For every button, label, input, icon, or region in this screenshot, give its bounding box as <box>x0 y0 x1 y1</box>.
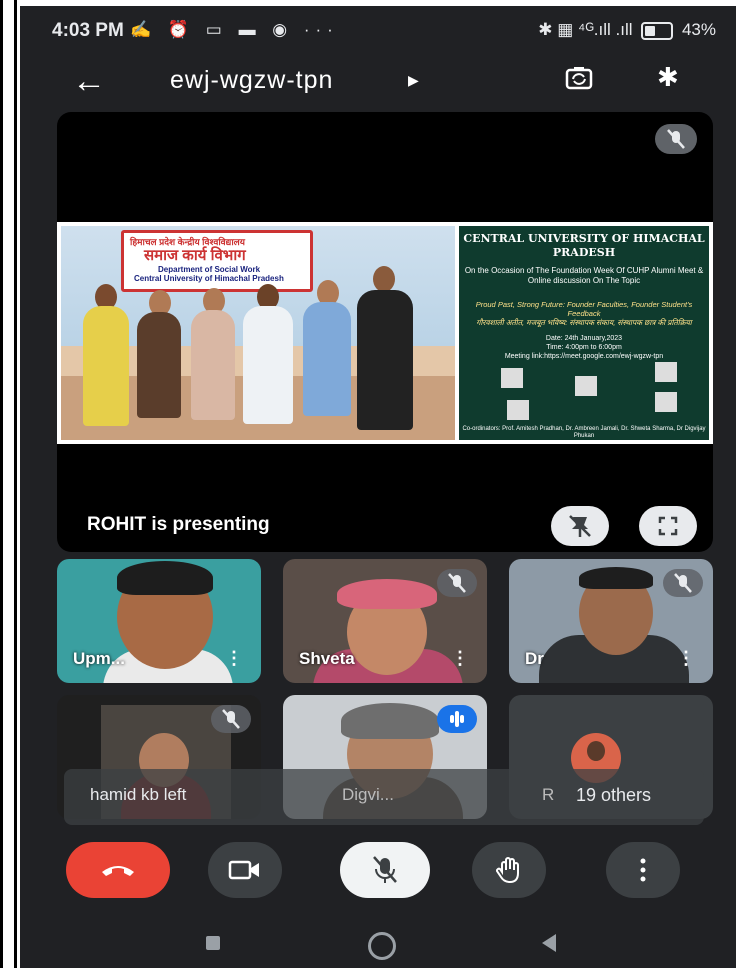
mic-toggle-button[interactable] <box>340 842 430 898</box>
video-camera-icon <box>228 860 259 880</box>
status-bar: 4:03 PM ✍ ⏰ ▭ ▬ ◉ ··· ✱ ▦ ⁴ᴳ.ıll .ıll 43… <box>20 6 736 56</box>
banner-university: Central University of Himachal Pradesh <box>134 274 284 283</box>
group-photo: हिमाचल प्रदेश केन्द्रीय विश्वविद्यालय सम… <box>61 226 455 440</box>
presenting-label: ROHIT is presenting <box>87 514 270 535</box>
unpin-button[interactable] <box>551 506 609 546</box>
poster-time: Time: 4:00pm to 6:00pm <box>546 344 622 351</box>
system-nav-bar <box>20 912 736 968</box>
event-poster: CENTRAL UNIVERSITY OF HIMACHAL PRADESH O… <box>459 226 709 440</box>
mic-off-icon <box>211 705 251 733</box>
poster-date: Date: 24th January,2023 <box>545 335 623 342</box>
raise-hand-button[interactable] <box>472 842 546 898</box>
fullscreen-icon <box>658 516 678 536</box>
poster-title: CENTRAL UNIVERSITY OF HIMACHAL PRADESH <box>463 232 705 259</box>
status-notification-icons: ✍ ⏰ ▭ ▬ ◉ ··· <box>130 20 339 39</box>
more-options-icon[interactable]: ⋮ <box>225 648 243 669</box>
poster-theme-hi: गौरवशाली अतीत, मजबूत भविष्य: संस्थापक सं… <box>476 318 692 327</box>
mic-off-icon <box>663 569 703 597</box>
speaker-photo <box>507 400 529 420</box>
status-signal-icons: ✱ ▦ ⁴ᴳ.ıll .ıll <box>538 20 633 39</box>
status-time: 4:03 PM <box>52 20 124 41</box>
presentation-tile[interactable]: हिमाचल प्रदेश केन्द्रीय विश्वविद्यालय सम… <box>57 112 713 552</box>
speaking-indicator-icon <box>437 705 477 733</box>
speaker-photo <box>501 368 523 388</box>
end-call-button[interactable] <box>66 842 170 898</box>
participant-tile[interactable]: Upm... ⋮ <box>57 559 261 683</box>
participant-names-strip: hamid kb left Digvi... R 19 others <box>64 769 704 825</box>
mic-off-icon <box>655 124 697 154</box>
participant-name: Upm... <box>73 649 125 668</box>
meet-screen: 4:03 PM ✍ ⏰ ▭ ▬ ◉ ··· ✱ ▦ ⁴ᴳ.ıll .ıll 43… <box>20 6 736 968</box>
department-banner: हिमाचल प्रदेश केन्द्रीय विश्वविद्यालय सम… <box>121 230 313 292</box>
battery-percent: 43% <box>681 20 716 39</box>
camera-switch-icon[interactable] <box>565 64 593 92</box>
page-frame-edge <box>0 0 3 968</box>
arrow-left-icon[interactable]: ← <box>72 62 106 101</box>
participant-name: Shveta <box>299 649 355 668</box>
meeting-header: ← ewj-wgzw-tpn ▶ ✱ <box>20 58 736 108</box>
speaker-photo <box>655 362 677 382</box>
poster-coordinators: Co-ordinators: Prof. Amitesh Pradhan, Dr… <box>462 426 706 439</box>
mic-off-icon <box>437 569 477 597</box>
speaker-photo <box>655 392 677 412</box>
participant-name: hamid kb left <box>90 785 187 804</box>
poster-subtitle: On the Occasion of The Foundation Week O… <box>464 266 704 285</box>
others-count: 19 others <box>576 785 652 805</box>
bluetooth-icon[interactable]: ✱ <box>657 62 679 93</box>
hand-icon <box>496 857 519 884</box>
end-call-icon <box>102 866 134 876</box>
recents-icon[interactable] <box>206 936 220 950</box>
shared-screen-content: हिमाचल प्रदेश केन्द्रीय विश्वविद्यालय सम… <box>57 222 713 444</box>
participant-tile[interactable]: Dr ⋮ <box>509 559 713 683</box>
poster-theme: Proud Past, Strong Future: Founder Facul… <box>459 300 709 327</box>
camera-toggle-button[interactable] <box>208 842 282 898</box>
poster-details: Date: 24th January,2023 Time: 4:00pm to … <box>459 334 709 361</box>
speaker-photo <box>575 376 597 396</box>
banner-dept: Department of Social Work <box>158 265 261 274</box>
fullscreen-button[interactable] <box>639 506 697 546</box>
battery-icon <box>641 21 674 40</box>
back-icon[interactable] <box>542 934 556 952</box>
more-options-icon[interactable]: ⋮ <box>677 648 695 669</box>
page-frame-edge <box>14 0 17 968</box>
poster-theme-en: Proud Past, Strong Future: Founder Facul… <box>475 300 693 318</box>
participant-name: Digvi... <box>342 785 394 804</box>
more-vertical-icon <box>640 858 646 882</box>
participant-name: R <box>542 785 555 804</box>
participant-name: Dr <box>525 649 544 668</box>
status-right-group: ✱ ▦ ⁴ᴳ.ıll .ıll 43% <box>538 20 716 40</box>
home-icon[interactable] <box>368 932 396 960</box>
more-options-icon[interactable]: ⋮ <box>451 648 469 669</box>
participant-tile[interactable]: Shveta ⋮ <box>283 559 487 683</box>
more-options-button[interactable] <box>606 842 680 898</box>
pin-off-icon <box>569 515 591 537</box>
meeting-code[interactable]: ewj-wgzw-tpn <box>170 66 333 95</box>
banner-title-hindi: समाज कार्य विभाग <box>144 247 246 264</box>
poster-link: Meeting link:https://meet.google.com/ewj… <box>504 353 664 360</box>
caret-right-icon[interactable]: ▶ <box>408 72 419 89</box>
mic-off-icon <box>373 856 397 883</box>
